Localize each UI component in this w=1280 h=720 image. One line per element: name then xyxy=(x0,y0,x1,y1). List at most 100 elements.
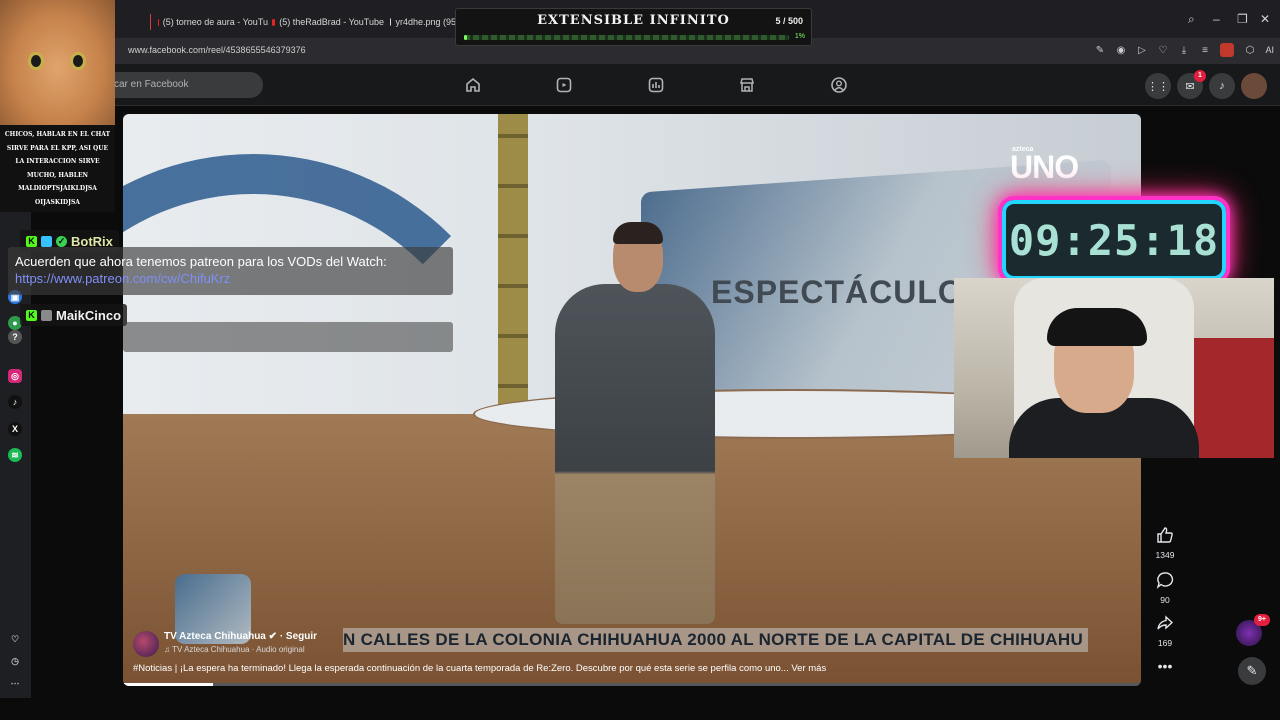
heart-icon[interactable]: ♡ xyxy=(1157,45,1168,56)
instagram-icon[interactable]: ◎ xyxy=(8,369,22,383)
youtube-icon xyxy=(272,18,276,26)
kick-icon: K xyxy=(26,309,37,321)
tiktok-icon[interactable]: ♪ xyxy=(8,395,22,409)
comment-button[interactable]: 90 xyxy=(1150,571,1180,605)
music-note-icon: ♫ xyxy=(164,645,173,654)
streamer-webcam xyxy=(954,278,1274,458)
tab-youtube-torneo[interactable]: (5) torneo de aura - YouTu xyxy=(150,12,268,32)
studio-screen-text: ESPECTÁCULO xyxy=(711,274,964,310)
tab-title: (5) theRadBrad - YouTube xyxy=(279,17,384,27)
verified-badge-icon: ✓ xyxy=(56,235,67,247)
cube-icon[interactable]: ⬡ xyxy=(1244,45,1255,56)
minimize-icon[interactable]: – xyxy=(1213,12,1220,26)
chat-message: Acuerden que ahora tenemos patreon para … xyxy=(8,247,453,295)
download-icon[interactable]: ⤓ xyxy=(1178,45,1189,56)
user-badge-icon xyxy=(41,309,52,321)
facebook-top-nav: scar en Facebook ⋮⋮ ✉ 1 ♪ xyxy=(0,64,1280,106)
presenter-body xyxy=(555,284,715,624)
youtube-icon xyxy=(158,18,159,26)
messenger-badge: 1 xyxy=(1194,70,1206,82)
spotify-icon[interactable]: ≋ xyxy=(8,448,22,462)
ai-button[interactable]: AI xyxy=(1265,45,1274,56)
verified-icon: ✔ · xyxy=(268,631,286,642)
audio-text: TV Azteca Chihuahua · Audio original xyxy=(172,645,305,654)
like-count: 1349 xyxy=(1155,550,1175,560)
streamer-cap xyxy=(1047,308,1147,346)
share-icon xyxy=(1157,615,1174,630)
more-icon[interactable]: ⋯ xyxy=(8,676,22,690)
reels-icon[interactable] xyxy=(555,76,573,94)
tab-title: yr4dhe.png (95 xyxy=(395,17,456,27)
comment-count: 90 xyxy=(1160,595,1170,605)
marketplace-icon[interactable] xyxy=(738,76,756,94)
bot-badge-icon xyxy=(41,235,52,247)
share-button[interactable]: 169 xyxy=(1150,614,1180,648)
reel-caption[interactable]: #Noticias | ¡La espera ha terminado! Lle… xyxy=(133,663,826,674)
playback-progress-fill xyxy=(123,683,213,686)
restore-icon[interactable]: ❐ xyxy=(1237,12,1248,26)
menu-grid-icon[interactable]: ⋮⋮ xyxy=(1145,73,1171,99)
home-icon[interactable] xyxy=(464,76,482,94)
goal-progress-fill xyxy=(464,35,468,40)
cat-image xyxy=(0,0,115,125)
goal-progress-track xyxy=(464,35,789,40)
channel-logo: azteca UNO xyxy=(1010,146,1100,186)
search-placeholder: scar en Facebook xyxy=(109,79,189,90)
cat-eye xyxy=(70,52,86,70)
more-options-icon[interactable]: ••• xyxy=(1150,658,1180,674)
goal-title: EXTENSIBLE INFINITO xyxy=(537,13,730,28)
follow-button[interactable]: Seguir xyxy=(286,631,317,642)
feeds-icon[interactable] xyxy=(647,76,665,94)
search-tabs-icon[interactable]: ⌕ xyxy=(1188,12,1195,27)
ticker-text: N CALLES DE LA COLONIA CHIHUAHUA 2000 AL… xyxy=(343,630,1084,649)
patreon-link[interactable]: https://www.patreon.com/cw/ChifuKrz xyxy=(15,270,446,287)
url-text[interactable]: www.facebook.com/reel/4538655546379376 xyxy=(128,45,306,55)
comment-icon xyxy=(1156,572,1174,589)
stream-timer: 09:25:18 xyxy=(998,196,1230,284)
extension-toolbar: ✎ ◉ ▷ ♡ ⤓ ≡ ⬡ AI xyxy=(1094,43,1274,57)
chat-head-badge: 9+ xyxy=(1254,614,1270,626)
audio-line[interactable]: ♫ TV Azteca Chihuahua · Audio original xyxy=(164,645,305,654)
x-icon[interactable]: X xyxy=(8,422,22,436)
presenter-hair xyxy=(613,222,663,244)
cat-message: CHICOS, HABLAR EN EL CHAT SIRVE PARA EL … xyxy=(4,131,111,206)
search-input[interactable]: scar en Facebook xyxy=(95,72,263,98)
extension-icon[interactable] xyxy=(1220,43,1235,57)
heart-icon[interactable]: ♡ xyxy=(8,632,22,646)
page-name-line: TV Azteca Chihuahua ✔ · Seguir xyxy=(164,631,317,642)
chat-username: MaikCinco xyxy=(56,307,122,323)
playback-progress[interactable] xyxy=(123,683,1141,686)
tab-image-file[interactable]: yr4dhe.png (95 xyxy=(390,12,456,32)
edit-icon[interactable]: ✎ xyxy=(1094,45,1105,56)
cat-eye xyxy=(28,52,44,70)
kick-icon: K xyxy=(26,235,37,247)
close-icon[interactable]: ✕ xyxy=(1260,12,1270,26)
tab-title: (5) torneo de aura - YouTu xyxy=(162,17,268,27)
channel-logo-text: UNO xyxy=(1010,149,1079,185)
page-avatar[interactable] xyxy=(133,631,159,657)
page-name[interactable]: TV Azteca Chihuahua xyxy=(164,631,266,642)
camera-icon[interactable]: ◉ xyxy=(1115,45,1126,56)
play-icon[interactable]: ▷ xyxy=(1136,45,1147,56)
goal-percent: 1% xyxy=(794,33,805,40)
chat-message-text: Acuerden que ahora tenemos patreon para … xyxy=(15,254,387,269)
goal-overlay: EXTENSIBLE INFINITO 5 / 500 1% xyxy=(455,8,812,46)
menu-icon[interactable]: ≡ xyxy=(1199,45,1210,56)
clock-icon[interactable]: ◷ xyxy=(8,654,22,668)
chat-message-empty xyxy=(123,322,453,352)
profile-avatar[interactable] xyxy=(1241,73,1267,99)
news-ticker: N CALLES DE LA COLONIA CHIHUAHUA 2000 AL… xyxy=(343,628,1088,652)
chat-user-maikcinco: K MaikCinco xyxy=(20,304,128,326)
image-file-icon xyxy=(390,18,392,26)
compose-message-icon[interactable]: ✎ xyxy=(1238,657,1266,685)
like-button[interactable]: 1349 xyxy=(1150,526,1180,560)
webcam-background xyxy=(1194,338,1274,458)
notifications-bell-icon[interactable]: ♪ xyxy=(1209,73,1235,99)
goal-count: 5 / 500 xyxy=(775,16,803,26)
thumbs-up-icon xyxy=(1157,527,1173,543)
share-count: 169 xyxy=(1157,638,1173,648)
help-icon[interactable]: ? xyxy=(8,330,22,344)
groups-icon[interactable] xyxy=(830,76,848,94)
tab-youtube-theradbrad[interactable]: (5) theRadBrad - YouTube xyxy=(272,12,384,32)
screen: (5) torneo de aura - YouTu (5) theRadBra… xyxy=(0,0,1280,720)
